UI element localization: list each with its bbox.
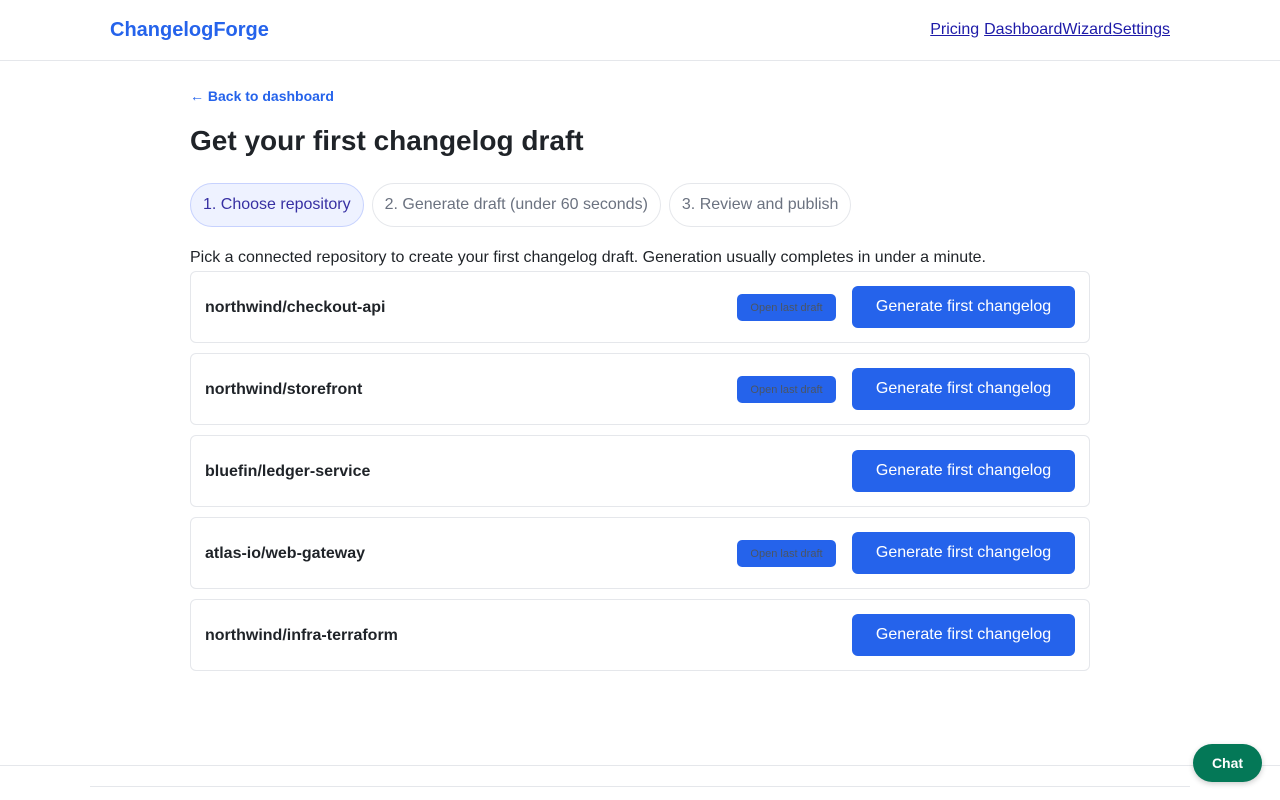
generate-changelog-button[interactable]: Generate first changelog (852, 532, 1075, 574)
repo-name: bluefin/ledger-service (205, 463, 371, 480)
nav-link-wizard[interactable]: Wizard (1062, 20, 1112, 40)
main-nav: Pricing Dashboard Wizard Settings (930, 20, 1170, 40)
repo-row: northwind/storefront Open last draft Gen… (190, 353, 1090, 425)
nav-link-settings[interactable]: Settings (1112, 20, 1170, 40)
top-nav-bar: ChangelogForge Pricing Dashboard Wizard … (0, 0, 1280, 61)
open-last-draft-button[interactable]: Open last draft (737, 540, 836, 567)
footer-inner-divider (90, 786, 1190, 787)
page-title: Get your first changelog draft (190, 125, 584, 156)
step-review-publish[interactable]: 3. Review and publish (668, 183, 852, 227)
chat-widget-button[interactable]: Chat (1193, 744, 1262, 782)
step-generate-draft[interactable]: 2. Generate draft (under 60 seconds) (371, 183, 661, 227)
open-last-draft-button[interactable]: Open last draft (737, 294, 836, 321)
repo-name: northwind/checkout-api (205, 299, 386, 316)
generate-changelog-button[interactable]: Generate first changelog (852, 286, 1075, 328)
step-description: Pick a connected repository to create yo… (190, 249, 986, 266)
footer-divider (0, 765, 1280, 766)
repo-name: northwind/storefront (205, 381, 363, 398)
nav-link-pricing[interactable]: Pricing (930, 20, 979, 40)
repo-row: atlas-io/web-gateway Open last draft Gen… (190, 517, 1090, 589)
generate-changelog-button[interactable]: Generate first changelog (852, 368, 1075, 410)
generate-changelog-button[interactable]: Generate first changelog (852, 614, 1075, 656)
wizard-main: ← Back to dashboard Get your first chang… (190, 86, 1090, 681)
open-last-draft-button[interactable]: Open last draft (737, 376, 836, 403)
generate-changelog-button[interactable]: Generate first changelog (852, 450, 1075, 492)
nav-link-dashboard[interactable]: Dashboard (984, 20, 1062, 40)
repo-row: bluefin/ledger-service Generate first ch… (190, 435, 1090, 507)
repo-name: northwind/infra-terraform (205, 627, 398, 644)
repo-name: atlas-io/web-gateway (205, 545, 366, 562)
repository-list: northwind/checkout-api Open last draft G… (190, 271, 1090, 671)
brand-logo-link[interactable]: ChangelogForge (110, 18, 269, 42)
repo-row: northwind/checkout-api Open last draft G… (190, 271, 1090, 343)
step-choose-repository[interactable]: 1. Choose repository (190, 183, 364, 227)
wizard-steps: 1. Choose repository 2. Generate draft (… (190, 183, 1090, 227)
back-to-dashboard-link[interactable]: ← Back to dashboard (190, 86, 334, 106)
repo-row: northwind/infra-terraform Generate first… (190, 599, 1090, 671)
